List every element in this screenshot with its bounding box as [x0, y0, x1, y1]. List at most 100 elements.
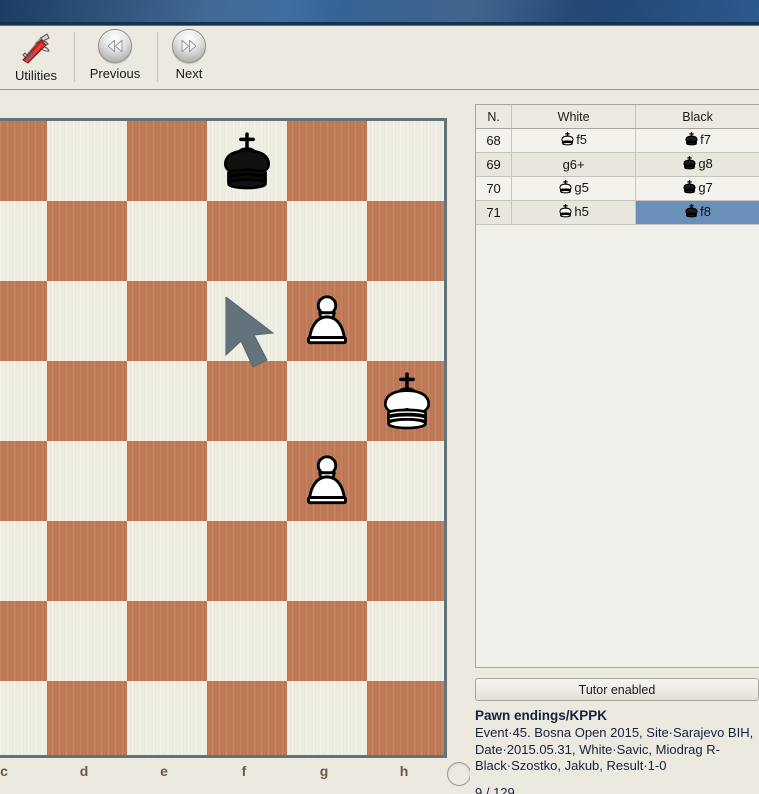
- toolbar-separator-2: [157, 32, 158, 82]
- board-square[interactable]: [287, 601, 367, 681]
- file-coordinate-labels: c d e f g h: [0, 760, 447, 786]
- black-move-cell[interactable]: g7: [635, 176, 759, 201]
- game-info-tags: Event·45. Bosna Open 2015, Site·Sarajevo…: [475, 725, 754, 773]
- chessboard-squares[interactable]: [0, 121, 444, 755]
- board-square[interactable]: [0, 441, 47, 521]
- board-square[interactable]: [207, 601, 287, 681]
- board-square[interactable]: [0, 681, 47, 755]
- file-label-c: c: [0, 763, 8, 779]
- board-square[interactable]: [287, 121, 367, 201]
- black-move-cell[interactable]: f8: [635, 200, 759, 225]
- swiss-army-knife-icon: [16, 29, 56, 65]
- board-square[interactable]: [367, 601, 444, 681]
- board-square[interactable]: [207, 121, 287, 201]
- glyph-black-king: [682, 156, 697, 170]
- game-position-counter: 9 / 129: [475, 784, 515, 794]
- move-list-row[interactable]: 71 h5 f8: [476, 200, 759, 225]
- file-label-d: d: [79, 763, 89, 779]
- board-square[interactable]: [47, 121, 127, 201]
- board-square[interactable]: [0, 521, 47, 601]
- white-move-text: f5: [576, 131, 588, 147]
- board-square[interactable]: [367, 121, 444, 201]
- move-list-panel[interactable]: N. White Black 68 f5 f7 69 g6+ g8 70 g5 g7 71 h5 f8: [475, 104, 759, 668]
- board-square[interactable]: [207, 521, 287, 601]
- board-square[interactable]: [207, 201, 287, 281]
- board-square[interactable]: [47, 361, 127, 441]
- move-list-row[interactable]: 70 g5 g7: [476, 176, 759, 201]
- main-toolbar: Utilities Previous Next: [0, 26, 759, 90]
- board-square[interactable]: [127, 281, 207, 361]
- move-list-row[interactable]: 68 f5 f7: [476, 128, 759, 153]
- board-square[interactable]: [127, 441, 207, 521]
- move-list-header-row: N. White Black: [476, 105, 759, 129]
- game-info-title: Pawn endings/KPPK: [475, 708, 608, 723]
- black-move-text: g8: [698, 155, 713, 171]
- board-square[interactable]: [207, 681, 287, 755]
- board-square[interactable]: [367, 361, 444, 441]
- white-move-cell[interactable]: h5: [511, 200, 637, 225]
- board-square[interactable]: [367, 681, 444, 755]
- white-move-cell[interactable]: g5: [511, 176, 637, 201]
- black-move-cell[interactable]: g8: [635, 152, 759, 177]
- board-square[interactable]: [287, 521, 367, 601]
- board-square[interactable]: [287, 281, 367, 361]
- board-square[interactable]: [367, 281, 444, 361]
- board-square[interactable]: [287, 361, 367, 441]
- board-square[interactable]: [127, 361, 207, 441]
- move-number: 70: [476, 176, 513, 201]
- board-square[interactable]: [207, 281, 287, 361]
- board-square[interactable]: [367, 201, 444, 281]
- toolbar-button-utilities[interactable]: Utilities: [8, 26, 64, 88]
- board-square[interactable]: [127, 681, 207, 755]
- column-header-number: N.: [476, 105, 513, 129]
- move-number: 68: [476, 128, 513, 153]
- glyph-black-king: [684, 204, 699, 218]
- board-square[interactable]: [207, 361, 287, 441]
- window-title-bar: [0, 0, 759, 22]
- file-label-h: h: [399, 763, 409, 779]
- board-square[interactable]: [367, 441, 444, 521]
- move-number: 71: [476, 200, 513, 225]
- board-square[interactable]: [47, 441, 127, 521]
- board-square[interactable]: [47, 281, 127, 361]
- board-square[interactable]: [287, 441, 367, 521]
- title-bar-gloss: [0, 0, 759, 22]
- board-square[interactable]: [47, 201, 127, 281]
- glyph-white-king: [558, 204, 573, 218]
- board-square[interactable]: [367, 521, 444, 601]
- move-list-table: N. White Black 68 f5 f7 69 g6+ g8 70 g5 g7 71 h5 f8: [476, 105, 759, 225]
- move-list-row[interactable]: 69 g6+ g8: [476, 152, 759, 177]
- board-square[interactable]: [287, 681, 367, 755]
- glyph-white-king: [558, 180, 573, 194]
- board-square[interactable]: [47, 521, 127, 601]
- column-header-black: Black: [635, 105, 759, 129]
- toolbar-label-previous: Previous: [89, 66, 141, 81]
- board-square[interactable]: [0, 201, 47, 281]
- board-square[interactable]: [207, 441, 287, 521]
- toolbar-label-utilities: Utilities: [15, 68, 57, 83]
- board-square[interactable]: [0, 281, 47, 361]
- toolbar-button-next[interactable]: Next: [163, 26, 215, 88]
- board-square[interactable]: [0, 121, 47, 201]
- board-square[interactable]: [127, 121, 207, 201]
- black-move-cell[interactable]: f7: [635, 128, 759, 153]
- board-square[interactable]: [47, 681, 127, 755]
- column-header-white: White: [511, 105, 637, 129]
- chess-app-window: Utilities Previous Next c d e f g h N. W…: [0, 0, 759, 794]
- white-move-cell[interactable]: f5: [511, 128, 637, 153]
- board-square[interactable]: [287, 201, 367, 281]
- white-move-cell[interactable]: g6+: [511, 152, 637, 177]
- board-square[interactable]: [0, 601, 47, 681]
- glyph-black-king: [682, 180, 697, 194]
- board-square[interactable]: [127, 201, 207, 281]
- glyph-black-king: [684, 132, 699, 146]
- chessboard[interactable]: [0, 118, 447, 758]
- board-square[interactable]: [0, 361, 47, 441]
- black-move-text: g7: [698, 179, 713, 195]
- tutor-toggle-button[interactable]: Tutor enabled: [475, 678, 759, 701]
- toolbar-button-previous[interactable]: Previous: [83, 26, 147, 88]
- white-move-text: h5: [574, 203, 589, 219]
- board-square[interactable]: [127, 601, 207, 681]
- board-square[interactable]: [127, 521, 207, 601]
- board-square[interactable]: [47, 601, 127, 681]
